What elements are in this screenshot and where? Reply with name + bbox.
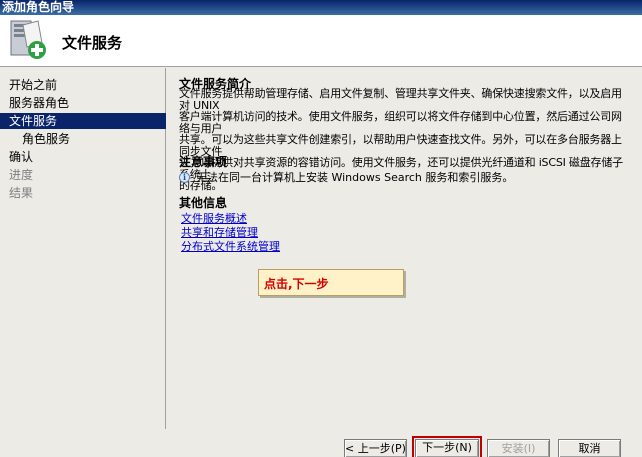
window-title-bar: 添加角色向导 (0, 0, 642, 15)
note-row: i 无法在同一台计算机上安装 Windows Search 服务和索引服务。 (179, 169, 513, 185)
sidebar-item-progress: 进度 (9, 168, 34, 182)
wizard-content: 文件服务简介 文件服务提供帮助管理存储、启用文件复制、管理共享文件夹、确保快速搜… (167, 68, 642, 429)
sidebar-item-role-services[interactable]: 角色服务 (0, 131, 166, 147)
sidebar-item-confirmation[interactable]: 确认 (0, 149, 166, 165)
info-icon: i (179, 171, 190, 183)
notes-title: 注意事项 (179, 155, 228, 169)
cancel-button[interactable]: 取消 (558, 439, 621, 457)
intro-line: 文件服务提供帮助管理存储、启用文件复制、管理共享文件夹、确保快速搜索文件，以及启… (179, 87, 622, 112)
more-info-title: 其他信息 (179, 196, 228, 210)
instruction-callout: 点击,下一步 (258, 269, 404, 296)
wizard-steps-sidebar: 开始之前 服务器角色 文件服务 角色服务 确认 进度 结果 (0, 68, 166, 429)
intro-line: 共享。可以为这些共享文件创建索引，以帮助用户快速查找文件。另外，可以在多台服务器… (179, 133, 622, 158)
sidebar-item-results: 结果 (9, 186, 34, 200)
next-button[interactable]: 下一步(N) > (412, 436, 482, 457)
previous-button[interactable]: < 上一步(P) (344, 439, 407, 457)
sidebar-item-server-roles[interactable]: 服务器角色 (0, 95, 166, 111)
sidebar-item-file-services[interactable]: 文件服务 (0, 113, 166, 129)
intro-line: 客户端计算机访问的技术。使用文件服务，组织可以将文件存储到中心位置，然后通过公司… (179, 110, 622, 135)
wizard-header: 文件服务 (0, 15, 642, 67)
server-add-icon (8, 19, 48, 61)
callout-text: 点击,下一步 (264, 277, 329, 291)
link-dfs-management[interactable]: 分布式文件系统管理 (181, 238, 280, 254)
note-text: 无法在同一台计算机上安装 Windows Search 服务和索引服务。 (196, 171, 514, 184)
page-title: 文件服务 (62, 34, 123, 52)
sidebar-item-before-you-begin[interactable]: 开始之前 (0, 77, 166, 93)
install-button: 安装(I) (487, 439, 550, 457)
